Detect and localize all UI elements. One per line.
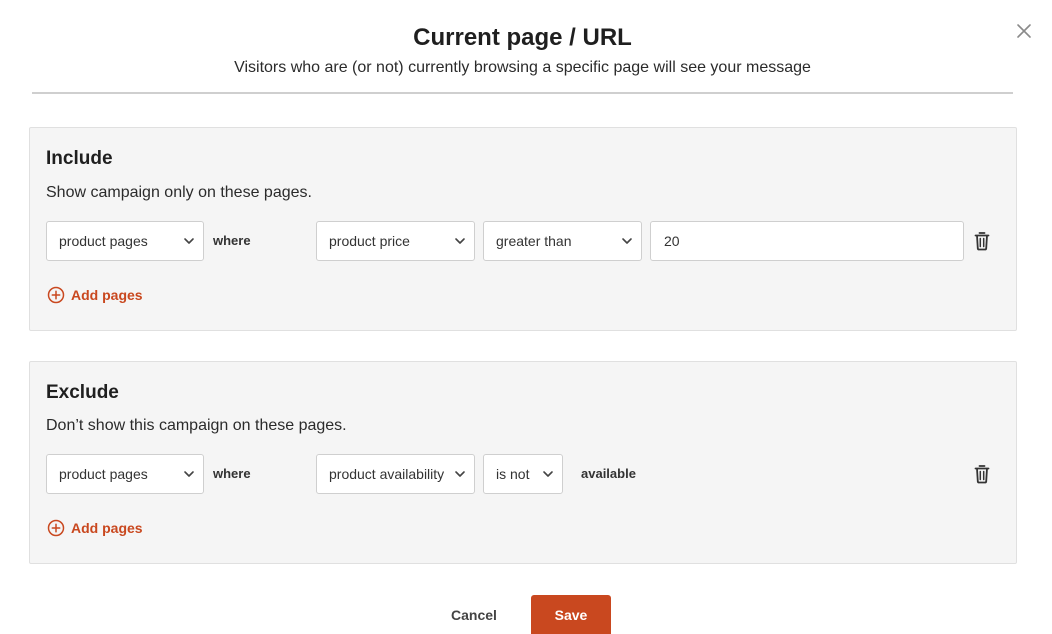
include-page-type-select[interactable]: product pages (46, 221, 204, 261)
include-where-label: where (213, 233, 251, 248)
exclude-attribute-select[interactable]: product availability (316, 454, 475, 494)
exclude-add-pages-label: Add pages (71, 520, 143, 536)
exclude-operator-value: is not (496, 466, 530, 482)
dialog-title: Current page / URL (413, 24, 632, 51)
plus-circle-icon (47, 286, 65, 304)
trash-icon (974, 465, 990, 484)
save-button[interactable]: Save (531, 595, 611, 634)
include-add-pages-label: Add pages (71, 287, 143, 303)
include-description: Show campaign only on these pages. (46, 184, 312, 201)
exclude-page-type-select[interactable]: product pages (46, 454, 204, 494)
trash-icon (974, 232, 990, 251)
chevron-down-icon (454, 235, 466, 247)
exclude-value-text: available (581, 466, 636, 481)
include-title: Include (46, 148, 113, 169)
include-page-type-value: product pages (59, 233, 148, 249)
include-operator-value: greater than (496, 233, 572, 249)
include-attribute-value: product price (329, 233, 410, 249)
chevron-down-icon (621, 235, 633, 247)
exclude-attribute-value: product availability (329, 466, 445, 482)
exclude-delete-button[interactable] (974, 464, 990, 484)
chevron-down-icon (454, 468, 466, 480)
include-add-pages-button[interactable]: Add pages (47, 286, 143, 304)
header-divider (32, 92, 1013, 94)
exclude-where-label: where (213, 466, 251, 481)
include-delete-button[interactable] (974, 231, 990, 251)
dialog-header: Current page / URL Visitors who are (or … (0, 22, 1045, 79)
exclude-panel: Exclude Don’t show this campaign on thes… (29, 361, 1017, 564)
exclude-rule-row: product pages where product availability… (30, 454, 1016, 494)
exclude-page-type-value: product pages (59, 466, 148, 482)
chevron-down-icon (542, 468, 554, 480)
dialog-subtitle: Visitors who are (or not) currently brow… (234, 59, 811, 76)
exclude-add-pages-button[interactable]: Add pages (47, 519, 143, 537)
include-operator-select[interactable]: greater than (483, 221, 642, 261)
exclude-description: Don’t show this campaign on these pages. (46, 417, 347, 434)
exclude-operator-select[interactable]: is not (483, 454, 563, 494)
include-panel: Include Show campaign only on these page… (29, 127, 1017, 331)
plus-circle-icon (47, 519, 65, 537)
include-value-input[interactable] (650, 221, 964, 261)
chevron-down-icon (183, 468, 195, 480)
cancel-button[interactable]: Cancel (438, 596, 510, 634)
exclude-title: Exclude (46, 382, 119, 403)
include-rule-row: product pages where product price greate… (30, 221, 1016, 261)
chevron-down-icon (183, 235, 195, 247)
include-attribute-select[interactable]: product price (316, 221, 475, 261)
